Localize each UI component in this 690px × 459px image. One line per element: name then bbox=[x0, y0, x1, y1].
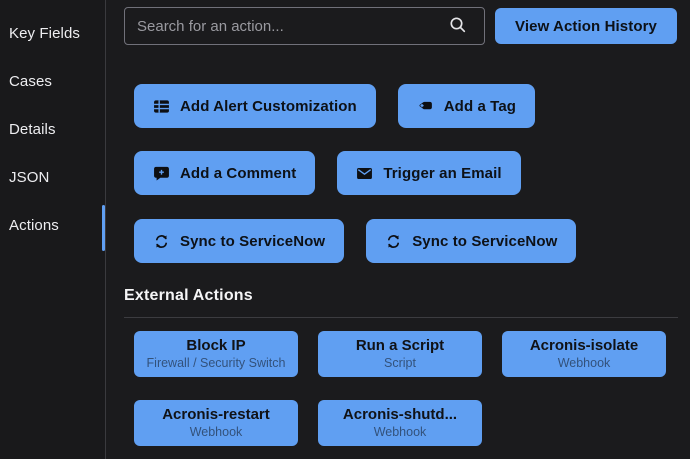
card-title: Acronis-isolate bbox=[530, 336, 638, 356]
action-button-row: Sync to ServiceNow Sync to ServiceNow bbox=[134, 219, 576, 263]
card-subtitle: Webhook bbox=[190, 425, 243, 441]
sidebar-item-actions[interactable]: Actions bbox=[9, 214, 101, 238]
sync-icon bbox=[385, 233, 402, 250]
card-title: Block IP bbox=[186, 336, 245, 356]
sync-to-servicenow-button[interactable]: Sync to ServiceNow bbox=[134, 219, 344, 263]
button-label: Add Alert Customization bbox=[180, 98, 357, 115]
sync-to-servicenow-button[interactable]: Sync to ServiceNow bbox=[366, 219, 576, 263]
button-label: Add a Tag bbox=[444, 98, 516, 115]
external-actions-heading: External Actions bbox=[124, 287, 253, 305]
card-title: Acronis-shutd... bbox=[343, 405, 457, 425]
add-a-comment-button[interactable]: Add a Comment bbox=[134, 151, 315, 195]
sidebar-item-key-fields[interactable]: Key Fields bbox=[9, 22, 101, 46]
comment-plus-icon bbox=[153, 165, 170, 182]
card-title: Acronis-restart bbox=[162, 405, 270, 425]
action-button-row: Add Alert Customization Add a Tag bbox=[134, 84, 535, 128]
external-action-acronis-restart[interactable]: Acronis-restart Webhook bbox=[134, 400, 298, 446]
table-list-icon bbox=[153, 98, 170, 115]
section-divider bbox=[124, 317, 678, 318]
button-label: Add a Comment bbox=[180, 165, 296, 182]
external-action-acronis-isolate[interactable]: Acronis-isolate Webhook bbox=[502, 331, 666, 377]
envelope-icon bbox=[356, 165, 373, 182]
external-action-acronis-shutdown[interactable]: Acronis-shutd... Webhook bbox=[318, 400, 482, 446]
external-action-card-row: Acronis-restart Webhook Acronis-shutd...… bbox=[134, 400, 482, 446]
card-subtitle: Webhook bbox=[558, 356, 611, 372]
card-subtitle: Script bbox=[384, 356, 416, 372]
sidebar-item-cases[interactable]: Cases bbox=[9, 70, 101, 94]
active-tab-indicator bbox=[102, 205, 105, 251]
external-action-block-ip[interactable]: Block IP Firewall / Security Switch bbox=[134, 331, 298, 377]
button-label: Trigger an Email bbox=[383, 165, 501, 182]
sidebar-item-label: Actions bbox=[9, 217, 59, 234]
add-alert-customization-button[interactable]: Add Alert Customization bbox=[134, 84, 376, 128]
search-input[interactable] bbox=[124, 7, 485, 45]
button-label: Sync to ServiceNow bbox=[180, 233, 325, 250]
add-a-tag-button[interactable]: Add a Tag bbox=[398, 84, 535, 128]
trigger-an-email-button[interactable]: Trigger an Email bbox=[337, 151, 520, 195]
tag-plus-icon bbox=[417, 98, 434, 115]
button-label: Sync to ServiceNow bbox=[412, 233, 557, 250]
card-title: Run a Script bbox=[356, 336, 444, 356]
sidebar-item-json[interactable]: JSON bbox=[9, 166, 101, 190]
sidebar-item-details[interactable]: Details bbox=[9, 118, 101, 142]
search-icon[interactable] bbox=[448, 15, 468, 35]
external-action-run-a-script[interactable]: Run a Script Script bbox=[318, 331, 482, 377]
external-action-card-row: Block IP Firewall / Security Switch Run … bbox=[134, 331, 666, 377]
view-action-history-button[interactable]: View Action History bbox=[495, 8, 677, 44]
action-button-row: Add a Comment Trigger an Email bbox=[134, 151, 521, 195]
sidebar: Key Fields Cases Details JSON Actions bbox=[0, 0, 106, 459]
card-subtitle: Firewall / Security Switch bbox=[147, 356, 286, 372]
sync-icon bbox=[153, 233, 170, 250]
card-subtitle: Webhook bbox=[374, 425, 427, 441]
actions-panel: Key Fields Cases Details JSON Actions Vi… bbox=[0, 0, 690, 459]
